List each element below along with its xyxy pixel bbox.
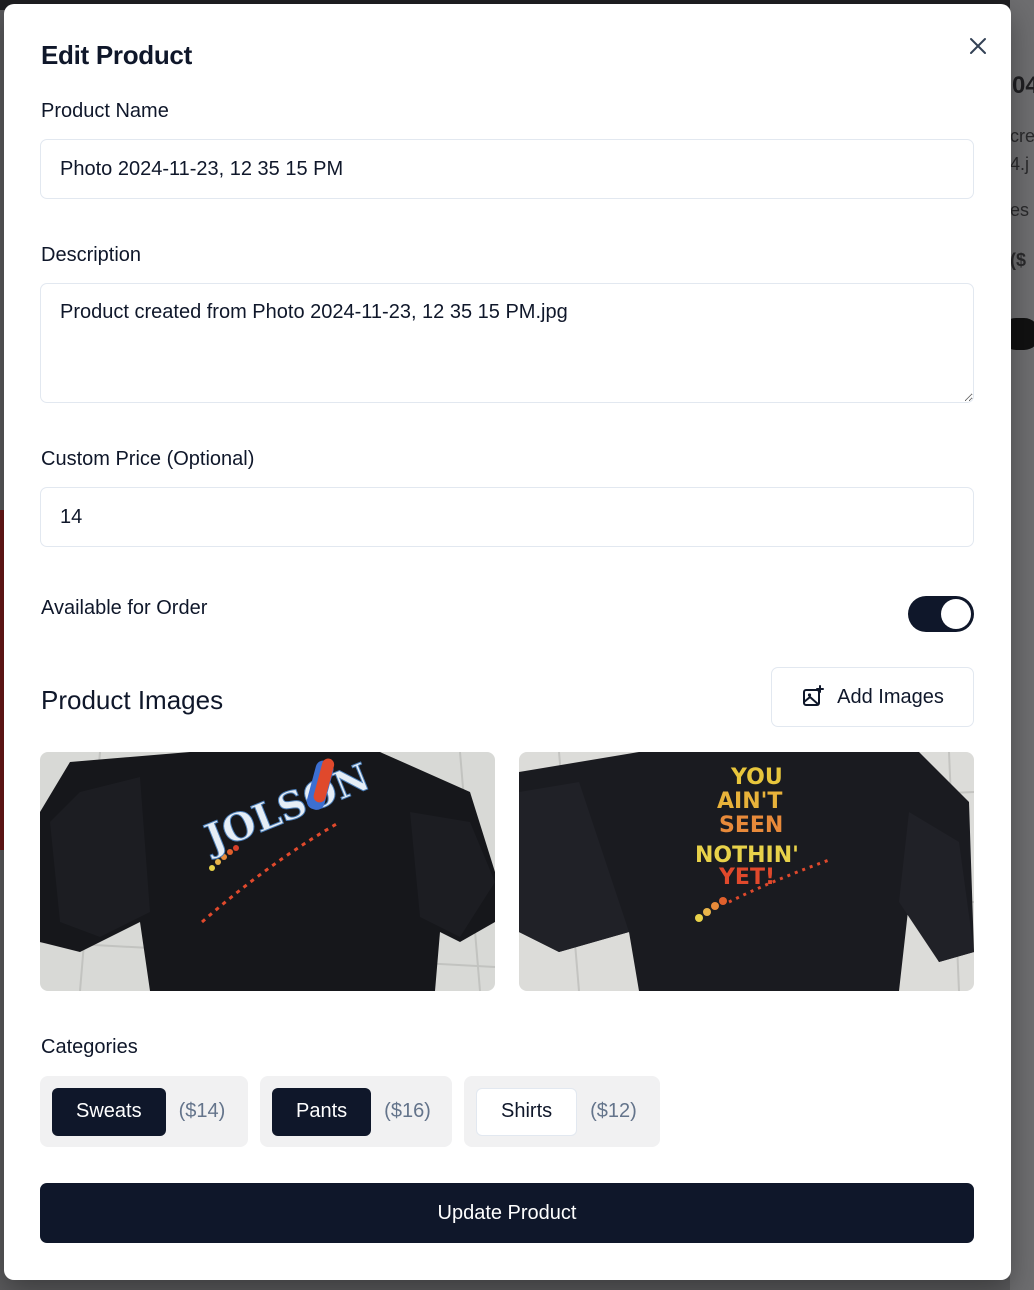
background-fragment: ($ xyxy=(1010,250,1027,270)
edit-product-dialog: Edit Product Product Name Description Pr… xyxy=(4,4,1011,1280)
add-images-label: Add Images xyxy=(837,685,944,708)
category-shirts-toggle[interactable]: Shirts xyxy=(476,1087,578,1136)
categories-label: Categories xyxy=(41,1036,138,1058)
background-fragment: cre xyxy=(1010,126,1034,146)
category-sweats: Sweats ($14) xyxy=(40,1076,248,1147)
custom-price-input[interactable] xyxy=(40,487,974,547)
toggle-knob xyxy=(941,599,971,629)
category-sweats-price: ($14) xyxy=(178,1100,226,1122)
product-image-slogan[interactable]: YOU AIN'T SEEN NOTHIN' YET! xyxy=(519,752,974,991)
close-button[interactable] xyxy=(962,30,994,62)
available-for-order-toggle[interactable] xyxy=(908,596,974,632)
category-pants-price: ($16) xyxy=(384,1100,431,1122)
product-images-heading: Product Images xyxy=(41,685,224,715)
category-sweats-toggle[interactable]: Sweats xyxy=(52,1087,166,1136)
category-shirts-price: ($12) xyxy=(590,1100,637,1122)
svg-text:SEEN: SEEN xyxy=(719,813,783,838)
custom-price-label: Custom Price (Optional) xyxy=(41,448,255,470)
category-pants: Pants ($16) xyxy=(260,1076,452,1147)
background-card-right xyxy=(1010,0,1034,1290)
slogan-sweatshirt-photo: YOU AIN'T SEEN NOTHIN' YET! xyxy=(519,752,974,991)
background-fragment: es xyxy=(1010,200,1030,220)
dialog-title: Edit Product xyxy=(41,40,192,70)
update-product-button[interactable]: Update Product xyxy=(40,1183,974,1243)
svg-text:YOU: YOU xyxy=(730,765,783,790)
add-images-button[interactable]: Add Images xyxy=(771,667,974,727)
svg-text:AIN'T: AIN'T xyxy=(717,789,782,814)
product-image-jolson[interactable]: JOLSON xyxy=(40,752,495,991)
background-fragment: 4.j xyxy=(1010,154,1030,174)
background-fragment: 04 xyxy=(1012,72,1034,99)
product-name-input[interactable] xyxy=(40,139,974,199)
close-icon xyxy=(970,38,986,54)
product-name-label: Product Name xyxy=(41,100,169,122)
available-for-order-label: Available for Order xyxy=(41,597,208,619)
jolson-sweatshirt-photo: JOLSON xyxy=(40,752,495,991)
image-plus-icon xyxy=(803,685,825,706)
category-pants-toggle[interactable]: Pants xyxy=(272,1087,372,1136)
category-shirts: Shirts ($12) xyxy=(464,1076,660,1147)
description-textarea[interactable]: Product created from Photo 2024-11-23, 1… xyxy=(40,283,974,403)
description-label: Description xyxy=(41,244,142,266)
